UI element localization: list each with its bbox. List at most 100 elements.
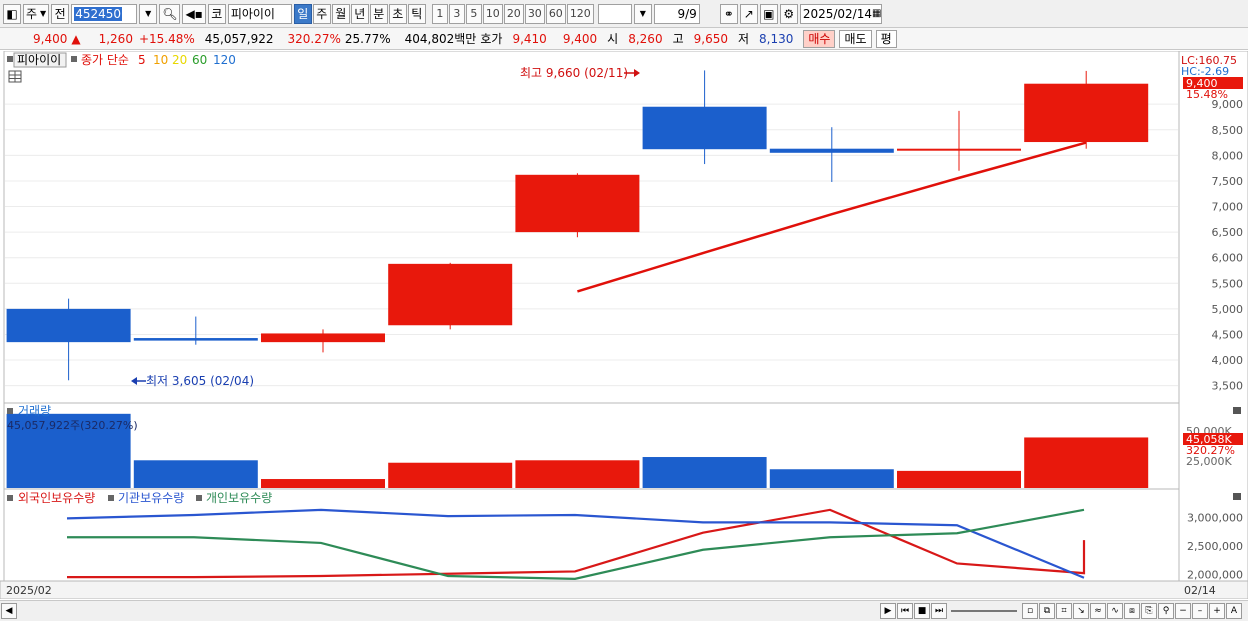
candle-body	[133, 338, 258, 341]
panel-marker-icon	[7, 56, 13, 62]
zoom-out-icon[interactable]: −	[1175, 603, 1191, 619]
turnover-rate: 25.77%	[344, 31, 391, 46]
stop-icon[interactable]: ■	[914, 603, 930, 619]
price-y-tick: 7,500	[1212, 175, 1244, 188]
interval-button[interactable]: 60	[545, 3, 566, 24]
low-annotation: 최저 3,605 (02/04)	[146, 374, 254, 388]
sell-button[interactable]: 매도	[839, 29, 872, 48]
rewind-icon[interactable]: ⏮	[897, 603, 913, 619]
interval-button[interactable]: 1	[431, 3, 448, 24]
ask-price: 9,400	[562, 31, 598, 46]
zoom-slider[interactable]	[951, 610, 1017, 612]
calendar-icon[interactable]: ▦	[872, 8, 881, 19]
holdings-y-axis: 3,000,000 2,500,000 2,000,000	[1187, 511, 1243, 581]
volume-ratio: 320.27%	[287, 31, 341, 46]
minus-icon[interactable]: –	[1192, 603, 1208, 619]
font-size-icon[interactable]: A	[1226, 603, 1242, 619]
market-button[interactable]: 코	[207, 3, 226, 24]
custom-interval-input[interactable]	[597, 3, 632, 24]
stock-code-value: 452450	[74, 6, 123, 21]
volume-bar	[769, 469, 894, 488]
stock-name-field[interactable]: 피아이이	[227, 3, 292, 24]
period-day-button[interactable]: 일	[293, 3, 312, 24]
candle-body	[769, 148, 894, 153]
wave-icon[interactable]: ∿	[1107, 603, 1123, 619]
page-count-field[interactable]: 9/9	[653, 3, 700, 24]
jeon-button[interactable]: 전	[51, 3, 70, 24]
price-y-tick: 8,500	[1212, 124, 1244, 137]
ma-period-120: 120	[213, 53, 236, 67]
search-icon[interactable]: 🔍︎	[159, 3, 181, 24]
ma-period-5: 5	[138, 53, 146, 67]
speaker-icon[interactable]: ◀▪	[182, 3, 206, 24]
price-change: 1,260	[98, 31, 133, 46]
date-field[interactable]: 2025/02/14 ▦	[799, 3, 882, 24]
interval-button[interactable]: 20	[503, 3, 524, 24]
panel-marker-icon	[196, 495, 202, 501]
price-y-tick: 5,500	[1212, 277, 1244, 290]
interval-button[interactable]: 3	[448, 3, 465, 24]
zoom-in-icon[interactable]: +	[1209, 603, 1225, 619]
date-value: 2025/02/14	[802, 6, 872, 21]
period-month-button[interactable]: 월	[331, 3, 350, 24]
fib-icon[interactable]: ≈	[1090, 603, 1106, 619]
holdings-y-tick: 2,500,000	[1187, 540, 1243, 553]
period-week-button[interactable]: 주	[312, 3, 331, 24]
code-dropdown-button[interactable]: ▼	[139, 3, 158, 24]
interval-button[interactable]: 120	[566, 3, 594, 24]
draw-icon[interactable]: ↗	[739, 3, 758, 24]
interval-button[interactable]: 30	[524, 3, 545, 24]
volume-bar	[1024, 437, 1149, 488]
split-icon[interactable]: ⧉	[1039, 603, 1055, 619]
period-minute-button[interactable]: 분	[369, 3, 388, 24]
period-year-button[interactable]: 년	[350, 3, 369, 24]
period-tick-button[interactable]: 틱	[407, 3, 426, 24]
scroll-right-icon[interactable]: ▶	[880, 603, 896, 619]
trend-icon[interactable]: ↘	[1073, 603, 1089, 619]
bid-label: 호가	[480, 32, 503, 46]
x-axis-bar	[0, 580, 1248, 600]
volume-bar	[642, 457, 767, 488]
volume-bar	[261, 479, 385, 488]
layout-icon[interactable]: ▫	[1022, 603, 1038, 619]
high-annotation: 최고 9,660 (02/11)	[520, 66, 628, 80]
buy-button[interactable]: 매수	[803, 29, 836, 48]
forward-icon[interactable]: ⏭	[931, 603, 947, 619]
bid-price: 9,410	[512, 31, 547, 46]
chevron-down-icon: ▼	[40, 9, 47, 18]
chevron-down-icon[interactable]: ▼	[633, 3, 652, 24]
bottom-scrollbar[interactable]: ◀ ▶ ⏮ ■ ⏭ ▫ ⧉ ⌗ ↘ ≈ ∿ ⧈ ⎘ ⚲ − – + A	[0, 600, 1248, 621]
stock-name: 피아이이	[230, 7, 275, 21]
chart-area[interactable]: 3,500 4,000 4,500 5,000 5,500 6,000 6,500 7,000…	[0, 50, 1248, 600]
avg-button[interactable]: 평	[875, 29, 897, 48]
volume-bar	[515, 460, 640, 488]
close-panel-icon[interactable]	[1233, 493, 1241, 500]
period-second-button[interactable]: 초	[388, 3, 407, 24]
price-y-tick: 4,000	[1212, 354, 1244, 367]
page-count: 9/9	[677, 6, 697, 21]
trade-amount: 404,802백만	[404, 32, 477, 46]
interval-button[interactable]: 10	[482, 3, 503, 24]
stock-code-input[interactable]: 452450	[71, 3, 138, 24]
magnifier-icon[interactable]: ⚲	[1158, 603, 1174, 619]
stock-chart[interactable]: 3,500 4,000 4,500 5,000 5,500 6,000 6,500 7,000…	[0, 50, 1248, 600]
period-select[interactable]: 주 ▼	[23, 3, 50, 24]
link-icon[interactable]: ⚭	[719, 3, 738, 24]
close-panel-icon[interactable]	[1233, 407, 1241, 414]
candle-body	[1024, 83, 1149, 143]
scroll-left-icon[interactable]: ◀	[1, 603, 17, 619]
last-pct-tag: 15.48%	[1186, 88, 1228, 101]
crosshair-icon[interactable]: ⌗	[1056, 603, 1072, 619]
panel-marker-icon	[7, 408, 13, 414]
save-icon[interactable]: ▣	[759, 3, 778, 24]
window-icon[interactable]: ◧	[3, 3, 21, 24]
overlay-icon[interactable]: ⧈	[1124, 603, 1140, 619]
quote-bar: 9,400 ▲ 1,260 +15.48% 45,057,922 320.27%…	[0, 28, 1248, 50]
scroll-track[interactable]	[17, 604, 879, 618]
candle-body	[515, 174, 640, 233]
interval-button[interactable]: 5	[465, 3, 482, 24]
gear-icon[interactable]: ⚙	[779, 3, 798, 24]
copy-icon[interactable]: ⎘	[1141, 603, 1157, 619]
ma-period-10: 10	[153, 53, 168, 67]
high-label: 고	[672, 32, 684, 46]
